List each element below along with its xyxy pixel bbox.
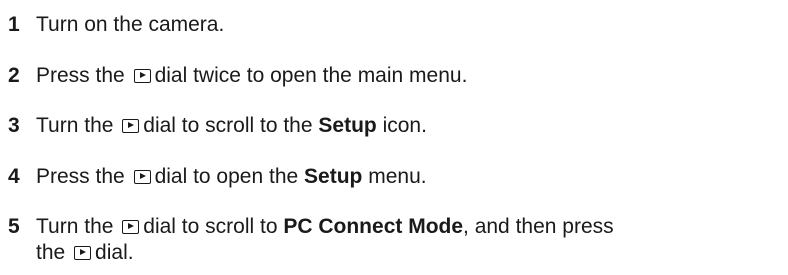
playback-dial-icon xyxy=(74,246,92,260)
step-text: Turn the xyxy=(36,215,114,238)
playback-dial-icon xyxy=(122,119,140,133)
step-number: 1 xyxy=(8,13,20,36)
step-number: 4 xyxy=(8,165,20,188)
menu-term: PC Connect Mode xyxy=(283,215,464,238)
step-text: the xyxy=(36,241,66,264)
step-4: 4 Press the dial to open the Setup menu. xyxy=(8,164,783,190)
step-5: 5 Turn the dial to scroll to PC Connect M… xyxy=(8,214,783,266)
step-text: dial to scroll to the xyxy=(143,114,313,137)
playback-dial-icon xyxy=(133,170,151,184)
step-text: , and then press xyxy=(463,215,614,238)
step-number: 2 xyxy=(8,64,20,87)
step-text: dial to open the xyxy=(154,165,299,188)
step-text: Turn the xyxy=(36,114,114,137)
menu-term: Setup xyxy=(304,165,363,188)
step-3: 3 Turn the dial to scroll to the Setup ic… xyxy=(8,113,783,139)
playback-dial-icon xyxy=(133,69,151,83)
step-text: dial to scroll to xyxy=(143,215,278,238)
step-text: menu. xyxy=(368,165,427,188)
step-text: Press the xyxy=(36,165,125,188)
step-number: 3 xyxy=(8,114,20,137)
step-continuation: the dial. xyxy=(8,240,783,266)
step-number: 5 xyxy=(8,215,20,238)
playback-dial-icon xyxy=(122,220,140,234)
step-2: 2 Press the dial twice to open the main m… xyxy=(8,63,783,89)
step-text: dial twice to open the main menu. xyxy=(154,64,468,87)
step-text: Press the xyxy=(36,64,125,87)
instruction-steps: 1 Turn on the camera. 2 Press the dial twi… xyxy=(0,0,788,275)
menu-term: Setup xyxy=(318,114,377,137)
step-text: icon. xyxy=(382,114,427,137)
step-text: dial. xyxy=(95,241,134,264)
step-text: Turn on the camera. xyxy=(36,13,225,36)
step-1: 1 Turn on the camera. xyxy=(8,12,783,38)
